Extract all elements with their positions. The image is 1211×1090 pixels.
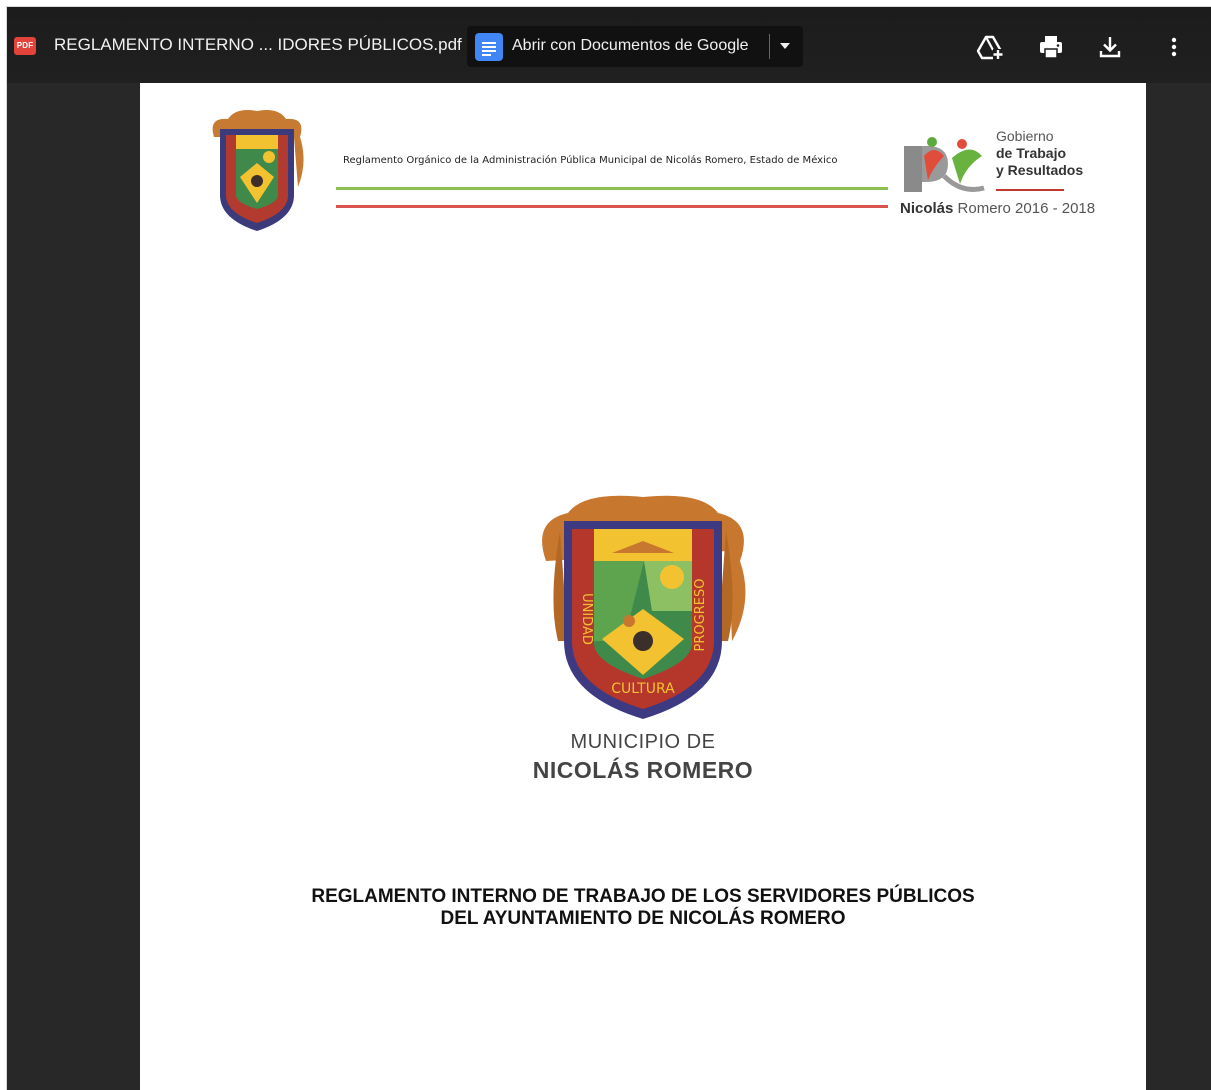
file-name: REGLAMENTO INTERNO ... IDORES PÚBLICOS.p… (54, 35, 462, 54)
gobierno-red-rule (996, 189, 1064, 191)
add-to-drive-icon[interactable] (976, 33, 1004, 61)
open-with-docs-button[interactable]: Abrir con Documentos de Google (467, 26, 803, 67)
document-title-line2: DEL AYUNTAMIENTO DE NICOLÁS ROMERO (440, 908, 846, 929)
municipal-crest-large: UNIDAD PROGRESO CULTURA (542, 495, 746, 719)
municipio-label: MUNICIPIO DE (570, 731, 716, 753)
crest-bottom-label: CULTURA (611, 681, 675, 697)
print-icon[interactable] (1037, 33, 1065, 61)
open-with-divider (769, 34, 770, 59)
gobierno-text: Gobierno de Trabajo y Resultados (996, 128, 1083, 179)
viewer-toolbar: PDF REGLAMENTO INTERNO ... IDORES PÚBLIC… (7, 7, 1211, 83)
header-text: Reglamento Orgánico de la Administración… (343, 155, 838, 166)
gobierno-line3: y Resultados (996, 162, 1084, 178)
google-docs-icon (475, 33, 503, 61)
document-title-line1: REGLAMENTO INTERNO DE TRABAJO DE LOS SER… (311, 886, 975, 907)
nicolas-rest: Romero 2016 - 2018 (953, 200, 1096, 217)
header-green-rule (336, 187, 888, 190)
chevron-down-icon[interactable] (780, 43, 790, 49)
gobierno-emblem-icon (904, 137, 985, 192)
municipal-crest-logo (212, 110, 304, 231)
pdf-viewer: PDF REGLAMENTO INTERNO ... IDORES PÚBLIC… (6, 6, 1211, 1090)
gobierno-line2: de Trabajo (996, 145, 1067, 161)
crest-left-label: UNIDAD (579, 593, 594, 645)
download-icon[interactable] (1096, 33, 1124, 61)
document-title: REGLAMENTO INTERNO DE TRABAJO DE LOS SER… (140, 886, 1146, 930)
pdf-page: Reglamento Orgánico de la Administración… (140, 83, 1146, 1090)
more-vert-icon[interactable] (1160, 33, 1188, 61)
municipio-name: NICOLÁS ROMERO (532, 757, 754, 783)
gobierno-logo: Gobierno de Trabajo y Resultados Nicolás… (900, 128, 1095, 228)
nicolas-romero-years: Nicolás Romero 2016 - 2018 (900, 200, 1095, 217)
gobierno-line1: Gobierno (996, 128, 1054, 144)
nicolas-bold: Nicolás (900, 200, 954, 217)
header-red-rule (336, 205, 888, 208)
open-with-label: Abrir con Documentos de Google (512, 37, 749, 54)
pdf-file-icon: PDF (14, 37, 36, 55)
crest-right-label: PROGRESO (693, 579, 708, 652)
